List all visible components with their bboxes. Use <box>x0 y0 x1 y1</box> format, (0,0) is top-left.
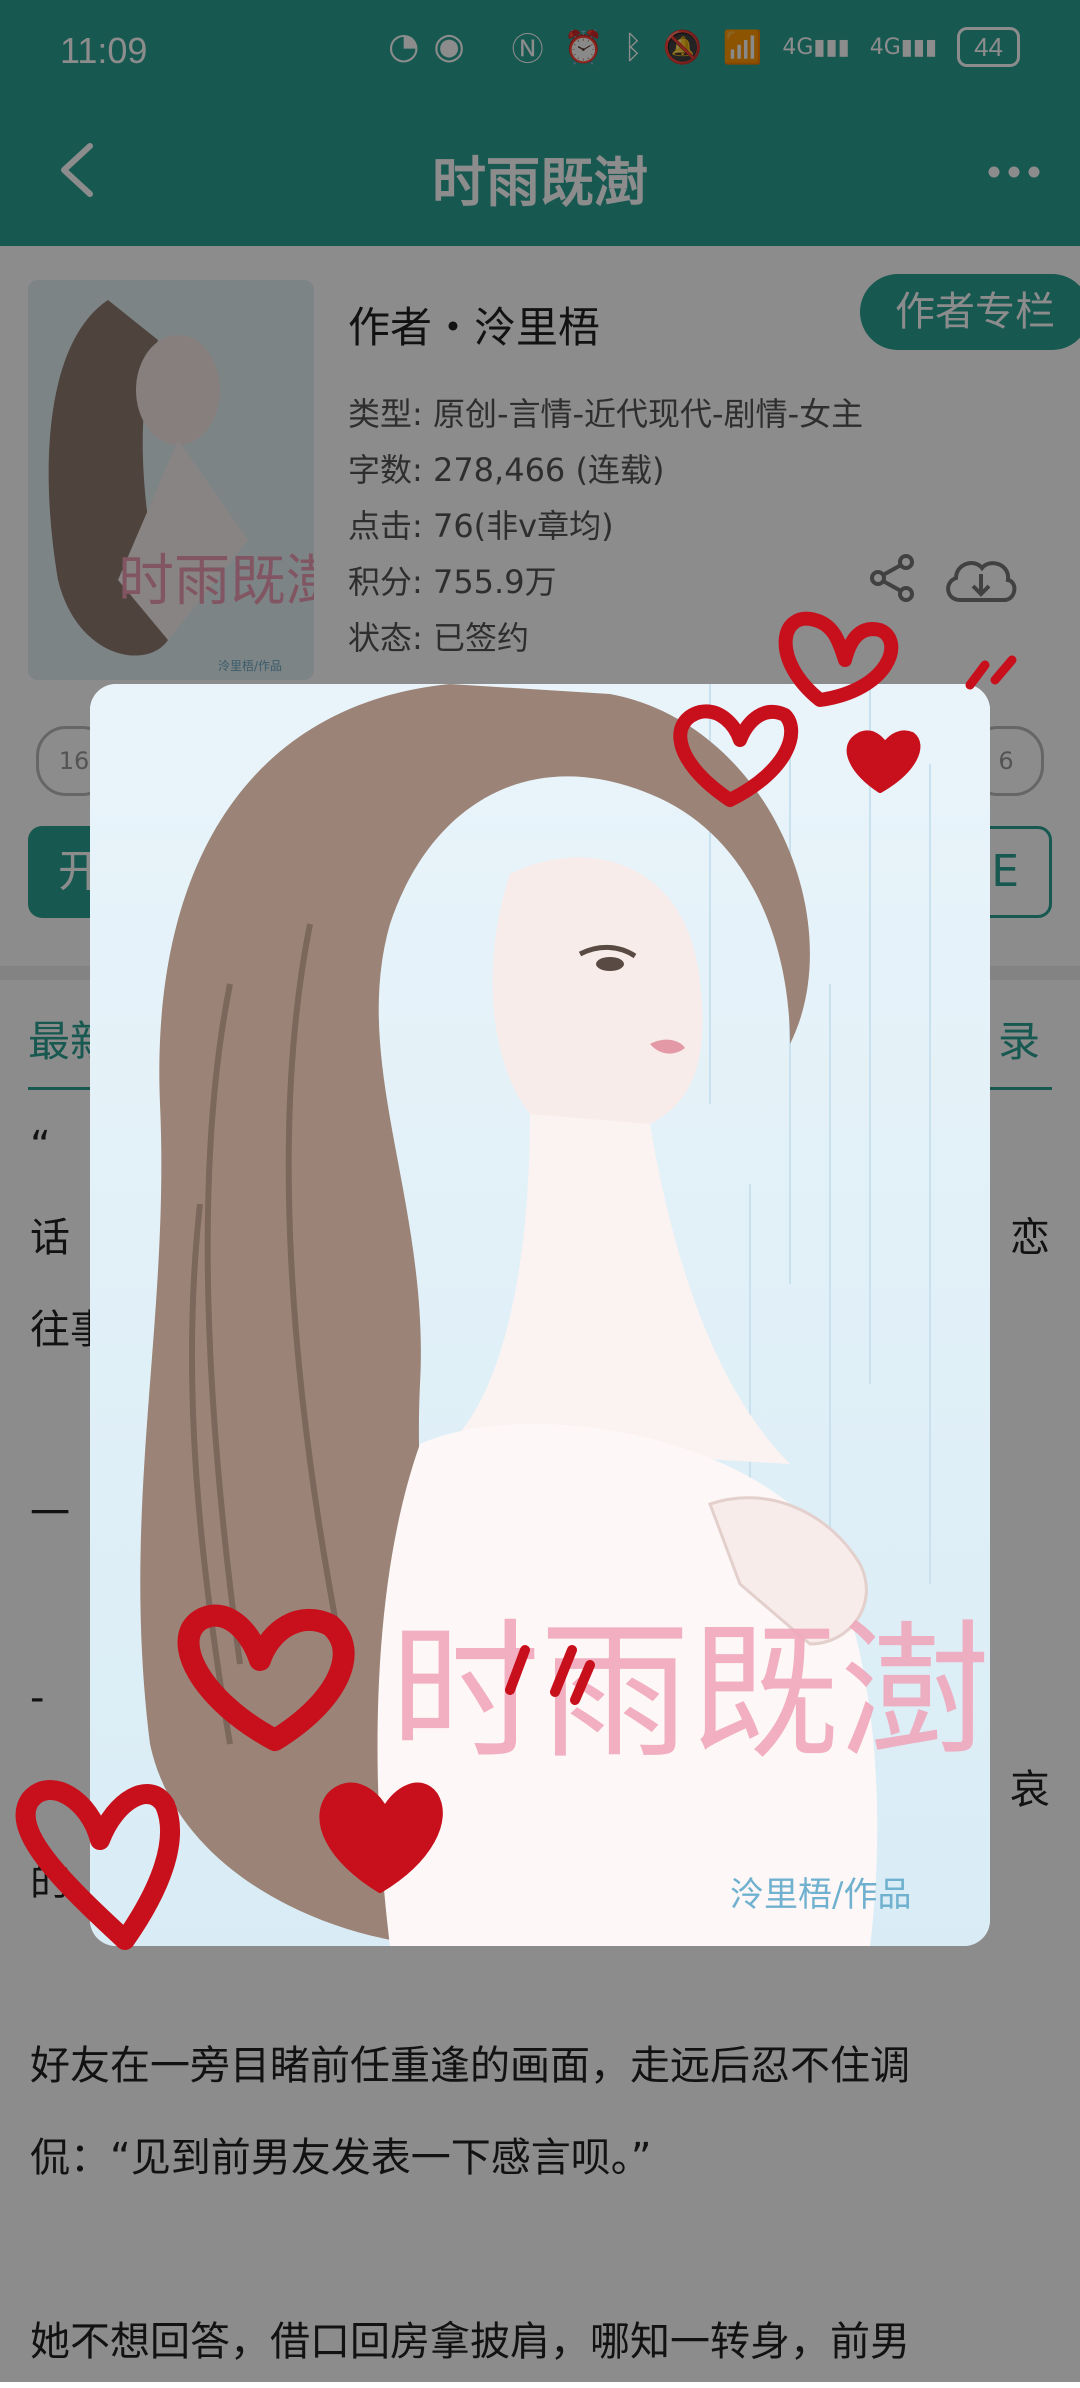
cover-preview-popup[interactable]: 时雨既澍 泠里梧/作品 <box>90 684 990 1946</box>
cover-illustration: 时雨既澍 泠里梧/作品 <box>90 684 990 1946</box>
cover-caption: 泠里梧/作品 <box>730 1875 911 1915</box>
cover-title-art: 时雨既澍 <box>390 1606 990 1780</box>
